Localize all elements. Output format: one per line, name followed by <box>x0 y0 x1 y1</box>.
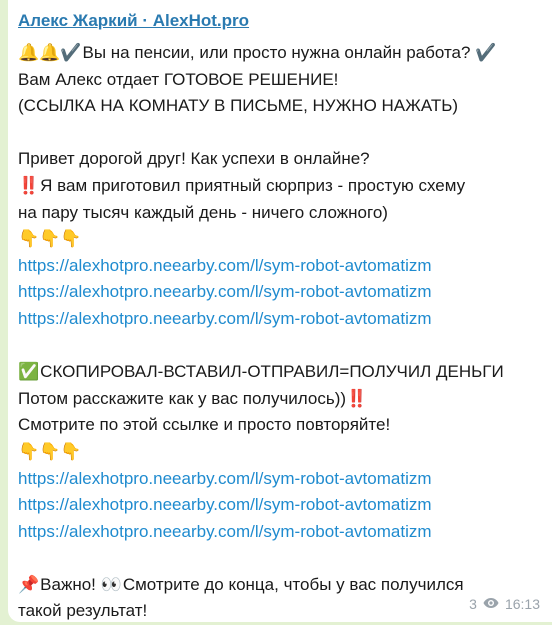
bell-check-emojis: 🔔🔔✔️ <box>18 40 82 67</box>
message-link[interactable]: https://alexhotpro.neearby.com/l/sym-rob… <box>18 282 432 301</box>
double-exclamation-emoji: ‼️ <box>18 173 39 200</box>
message-link[interactable]: https://alexhotpro.neearby.com/l/sym-rob… <box>18 495 432 514</box>
channel-name-link[interactable]: Алекс Жаркий · AlexHot.pro <box>18 10 249 32</box>
message-line: Привет дорогой друг! Как успехи в онлайн… <box>18 146 538 173</box>
pointing-down-emojis: 👇👇👇 <box>18 439 538 466</box>
pushpin-emoji: 📌 <box>18 572 39 599</box>
view-count: 3 <box>469 596 477 612</box>
eye-icon <box>483 596 499 612</box>
message-line: ✅СКОПИРОВАЛ-ВСТАВИЛ-ОТПРАВИЛ=ПОЛУЧИЛ ДЕН… <box>18 359 538 386</box>
check-mark-emoji: ✅ <box>18 359 39 386</box>
check-emoji: ✔️ <box>475 40 496 67</box>
message-link[interactable]: https://alexhotpro.neearby.com/l/sym-rob… <box>18 256 432 275</box>
eyes-emoji: 👀 <box>101 572 122 599</box>
double-exclamation-emoji: ‼️ <box>346 386 367 413</box>
message-line: Смотрите по этой ссылке и просто повторя… <box>18 412 538 439</box>
pointing-down-emojis: 👇👇👇 <box>18 226 538 253</box>
message-meta: 3 16:13 <box>469 596 540 612</box>
message-text: 🔔🔔✔️Вы на пенсии, или просто нужна онлай… <box>18 40 538 625</box>
message-line: 🔔🔔✔️Вы на пенсии, или просто нужна онлай… <box>18 40 538 67</box>
message-line: (ССЫЛКА НА КОМНАТУ В ПИСЬМЕ, НУЖНО НАЖАТ… <box>18 93 538 120</box>
message-link[interactable]: https://alexhotpro.neearby.com/l/sym-rob… <box>18 522 432 541</box>
message-line: 📌Важно! 👀Смотрите до конца, чтобы у вас … <box>18 572 538 599</box>
message-link[interactable]: https://alexhotpro.neearby.com/l/sym-rob… <box>18 309 432 328</box>
message-link[interactable]: https://alexhotpro.neearby.com/l/sym-rob… <box>18 469 432 488</box>
message-line: Вам Алекс отдает ГОТОВОЕ РЕШЕНИЕ! <box>18 67 538 94</box>
message-line: такой результат! <box>18 598 538 625</box>
message-time: 16:13 <box>505 596 540 612</box>
message-line: Потом расскажите как у вас получилось))‼… <box>18 386 538 413</box>
message-line: на пару тысяч каждый день - ничего сложн… <box>18 200 538 227</box>
message-line: ‼️Я вам приготовил приятный сюрприз - пр… <box>18 173 538 200</box>
